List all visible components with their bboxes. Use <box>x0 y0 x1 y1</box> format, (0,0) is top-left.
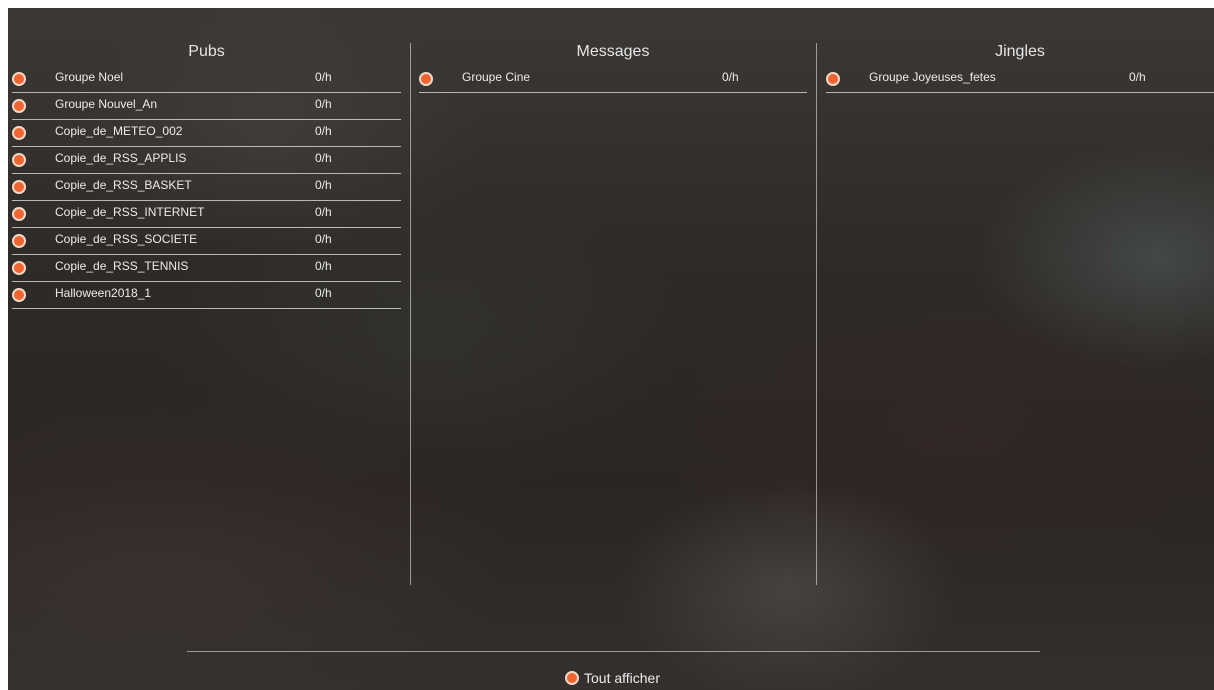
item-name: Copie_de_RSS_TENNIS <box>55 259 189 273</box>
item-name: Groupe Joyeuses_fetes <box>869 70 996 84</box>
jingles-column: Jingles Groupe Joyeuses_fetes 0/h <box>826 8 1214 588</box>
radio-icon[interactable] <box>12 180 26 194</box>
item-rate: 0/h <box>315 70 332 84</box>
footer-divider <box>187 651 1040 652</box>
item-rate: 0/h <box>722 70 739 84</box>
item-name: Copie_de_RSS_INTERNET <box>55 205 205 219</box>
item-rate: 0/h <box>315 124 332 138</box>
pubs-column: Pubs Groupe Noel 0/h Groupe Nouvel_An 0/h Co… <box>12 8 401 588</box>
item-rate: 0/h <box>315 286 332 300</box>
jingles-title: Jingles <box>995 43 1045 60</box>
list-item[interactable]: Copie_de_METEO_002 0/h <box>12 120 401 147</box>
messages-list: Groupe Cine 0/h <box>419 66 807 93</box>
list-item[interactable]: Copie_de_RSS_BASKET 0/h <box>12 174 401 201</box>
item-rate: 0/h <box>315 232 332 246</box>
pubs-list: Groupe Noel 0/h Groupe Nouvel_An 0/h Copie_d… <box>12 66 401 309</box>
list-item[interactable]: Groupe Noel 0/h <box>12 66 401 93</box>
item-rate: 0/h <box>315 205 332 219</box>
column-divider <box>816 43 817 585</box>
radio-icon[interactable] <box>12 153 26 167</box>
list-item[interactable]: Groupe Nouvel_An 0/h <box>12 93 401 120</box>
radio-icon[interactable] <box>419 72 433 86</box>
item-name: Groupe Cine <box>462 70 531 84</box>
item-rate: 0/h <box>315 151 332 165</box>
list-item[interactable]: Copie_de_RSS_APPLIS 0/h <box>12 147 401 174</box>
list-item[interactable]: Halloween2018_1 0/h <box>12 282 401 309</box>
item-name: Copie_de_RSS_BASKET <box>55 178 192 192</box>
item-rate: 0/h <box>315 97 332 111</box>
list-item[interactable]: Copie_de_RSS_INTERNET 0/h <box>12 201 401 228</box>
item-name: Groupe Nouvel_An <box>55 97 158 111</box>
pubs-title: Pubs <box>188 43 225 60</box>
radio-icon[interactable] <box>12 261 26 275</box>
item-name: Groupe Noel <box>55 70 124 84</box>
radio-icon[interactable] <box>565 671 579 685</box>
radio-icon[interactable] <box>12 207 26 221</box>
item-name: Halloween2018_1 <box>55 286 152 300</box>
main-panel: Pubs Groupe Noel 0/h Groupe Nouvel_An 0/h Co… <box>8 8 1214 690</box>
item-rate: 0/h <box>315 178 332 192</box>
item-name: Copie_de_RSS_SOCIETE <box>55 232 198 246</box>
list-item[interactable]: Copie_de_RSS_SOCIETE 0/h <box>12 228 401 255</box>
item-name: Copie_de_RSS_APPLIS <box>55 151 187 165</box>
radio-icon[interactable] <box>826 72 840 86</box>
item-rate: 0/h <box>1129 70 1146 84</box>
column-divider <box>410 43 411 585</box>
radio-icon[interactable] <box>12 99 26 113</box>
show-all-label: Tout afficher <box>584 670 661 686</box>
messages-column: Messages Groupe Cine 0/h <box>419 8 807 588</box>
radio-icon[interactable] <box>12 234 26 248</box>
radio-icon[interactable] <box>12 288 26 302</box>
list-item[interactable]: Groupe Cine 0/h <box>419 66 807 93</box>
item-rate: 0/h <box>315 259 332 273</box>
list-item[interactable]: Copie_de_RSS_TENNIS 0/h <box>12 255 401 282</box>
radio-icon[interactable] <box>12 72 26 86</box>
list-item[interactable]: Groupe Joyeuses_fetes 0/h <box>826 66 1214 93</box>
radio-icon[interactable] <box>12 126 26 140</box>
messages-title: Messages <box>576 43 650 60</box>
jingles-list: Groupe Joyeuses_fetes 0/h <box>826 66 1214 93</box>
item-name: Copie_de_METEO_002 <box>55 124 183 138</box>
